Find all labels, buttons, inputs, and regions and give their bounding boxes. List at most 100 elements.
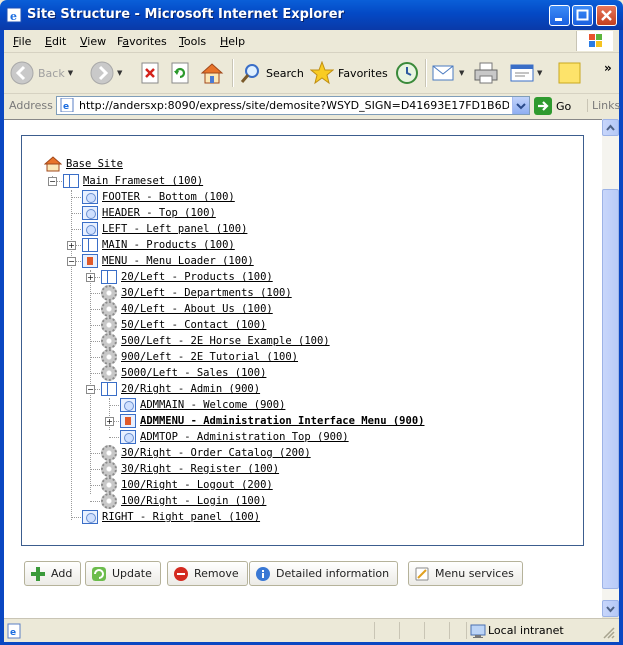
collapse-node-button[interactable]: −: [67, 257, 76, 266]
mail-button[interactable]: ▼: [432, 58, 464, 88]
back-button[interactable]: Back ▼: [10, 58, 73, 88]
tree-node-label: 100/Right - Logout (200): [121, 479, 273, 491]
status-divider: [424, 622, 425, 639]
remove-button[interactable]: Remove: [167, 561, 248, 586]
window-frame-right: [619, 30, 623, 645]
print-button[interactable]: [474, 58, 498, 88]
forward-button[interactable]: ▼: [90, 58, 122, 88]
tree-node[interactable]: 20/Left - Products (100): [101, 269, 273, 285]
tree-node[interactable]: FOOTER - Bottom (100): [82, 189, 235, 205]
tree-node-label: LEFT - Left panel (100): [102, 223, 248, 235]
history-icon: [396, 62, 418, 84]
edit-dropdown-icon[interactable]: ▼: [537, 69, 542, 77]
scrollbar-thumb[interactable]: [602, 189, 619, 589]
frameset-icon: [101, 270, 117, 284]
maximize-button[interactable]: [572, 5, 593, 26]
status-divider: [466, 622, 467, 639]
title-bar[interactable]: e Site Structure - Microsoft Internet Ex…: [0, 0, 623, 30]
links-button[interactable]: Links: [587, 99, 620, 112]
menu-favorites[interactable]: Favorites: [117, 35, 167, 48]
expand-node-button[interactable]: +: [86, 273, 95, 282]
collapse-node-button[interactable]: −: [48, 177, 57, 186]
tree-node[interactable]: MAIN - Products (100): [82, 237, 235, 253]
update-button[interactable]: Update: [85, 561, 161, 586]
detailed-information-button[interactable]: Detailed information: [249, 561, 399, 586]
tree-node[interactable]: ADMTOP - Administration Top (900): [120, 429, 349, 445]
resize-grip-icon[interactable]: [603, 627, 615, 639]
tree-node[interactable]: ADMMENU - Administration Interface Menu …: [120, 413, 424, 429]
page-status-icon: e: [7, 623, 21, 639]
tree-connector: [71, 197, 81, 198]
address-dropdown-button[interactable]: [512, 97, 529, 114]
tree-node-label: MAIN - Products (100): [102, 239, 235, 251]
go-button[interactable]: Go: [534, 97, 571, 115]
refresh-icon: [171, 62, 189, 84]
scroll-down-button[interactable]: [602, 600, 619, 617]
discuss-button[interactable]: [558, 58, 582, 88]
home-icon: [200, 63, 224, 84]
back-arrow-icon: [10, 61, 34, 85]
tree-node[interactable]: ADMMAIN - Welcome (900): [120, 397, 285, 413]
refresh-button[interactable]: [170, 58, 190, 88]
tree-node[interactable]: 30/Left - Departments (100): [101, 285, 292, 301]
home-button[interactable]: [200, 58, 224, 88]
stop-button[interactable]: [140, 58, 160, 88]
tree-node[interactable]: 50/Left - Contact (100): [101, 317, 266, 333]
tree-node[interactable]: MENU - Menu Loader (100): [82, 253, 254, 269]
tree-node[interactable]: 100/Right - Logout (200): [101, 477, 273, 493]
menu-tools[interactable]: Tools: [179, 35, 206, 48]
gear-icon: [101, 493, 117, 509]
frameset-icon: [63, 174, 79, 188]
menu-help[interactable]: Help: [220, 35, 245, 48]
vertical-scrollbar[interactable]: [602, 119, 619, 617]
favorites-button[interactable]: Favorites: [310, 58, 388, 88]
menu-edit[interactable]: Edit: [45, 35, 66, 48]
menu-view[interactable]: View: [80, 35, 106, 48]
search-button[interactable]: Search: [240, 58, 304, 88]
tree-node[interactable]: 500/Left - 2E Horse Example (100): [101, 333, 330, 349]
info-icon: [256, 566, 270, 581]
close-button[interactable]: [596, 5, 617, 26]
edit-button[interactable]: ▼: [510, 58, 542, 88]
menu-services-icon: [415, 567, 429, 580]
expand-node-button[interactable]: +: [67, 241, 76, 250]
intranet-zone-icon: [470, 624, 486, 638]
history-button[interactable]: [395, 58, 419, 88]
tree-node[interactable]: RIGHT - Right panel (100): [82, 509, 260, 525]
expand-node-button[interactable]: +: [105, 417, 114, 426]
menu-services-button[interactable]: Menu services: [408, 561, 523, 586]
remove-icon: [174, 566, 188, 581]
tree-node[interactable]: LEFT - Left panel (100): [82, 221, 247, 237]
tree-node[interactable]: 100/Right - Login (100): [101, 493, 266, 509]
address-input[interactable]: e http://andersxp:8090/express/site/demo…: [56, 96, 530, 115]
svg-text:e: e: [63, 102, 69, 112]
tree-root[interactable]: Base Site: [44, 156, 123, 172]
gear-icon: [101, 445, 117, 461]
toolbar-separator: [425, 59, 427, 87]
tree-connector: [71, 517, 81, 518]
tree-node[interactable]: 30/Right - Register (100): [101, 461, 279, 477]
page-icon: [82, 510, 98, 524]
scroll-up-button[interactable]: [602, 119, 619, 136]
collapse-node-button[interactable]: −: [86, 385, 95, 394]
tree-node[interactable]: 20/Right - Admin (900): [101, 381, 260, 397]
tree-node[interactable]: 5000/Left - Sales (100): [101, 365, 266, 381]
page-icon: e: [60, 98, 74, 112]
mail-icon: [432, 65, 454, 81]
tree-node[interactable]: 40/Left - About Us (100): [101, 301, 273, 317]
tree-node[interactable]: 30/Right - Order Catalog (200): [101, 445, 311, 461]
toolbar-separator: [232, 59, 234, 87]
tree-node[interactable]: Main Frameset (100): [63, 173, 203, 189]
home-icon: [44, 156, 62, 172]
mail-dropdown-icon[interactable]: ▼: [459, 69, 464, 77]
tree-node-label: 20/Right - Admin (900): [121, 383, 261, 395]
menu-file[interactable]: File: [13, 35, 31, 48]
minimize-button[interactable]: [549, 5, 570, 26]
tree-node[interactable]: 900/Left - 2E Tutorial (100): [101, 349, 298, 365]
tree-node-label: MENU - Menu Loader (100): [102, 255, 254, 267]
forward-dropdown-icon[interactable]: ▼: [117, 69, 122, 77]
tree-node[interactable]: HEADER - Top (100): [82, 205, 216, 221]
back-dropdown-icon[interactable]: ▼: [68, 69, 73, 77]
toolbar-overflow-button[interactable]: »: [604, 53, 612, 83]
add-button[interactable]: Add: [24, 561, 82, 586]
